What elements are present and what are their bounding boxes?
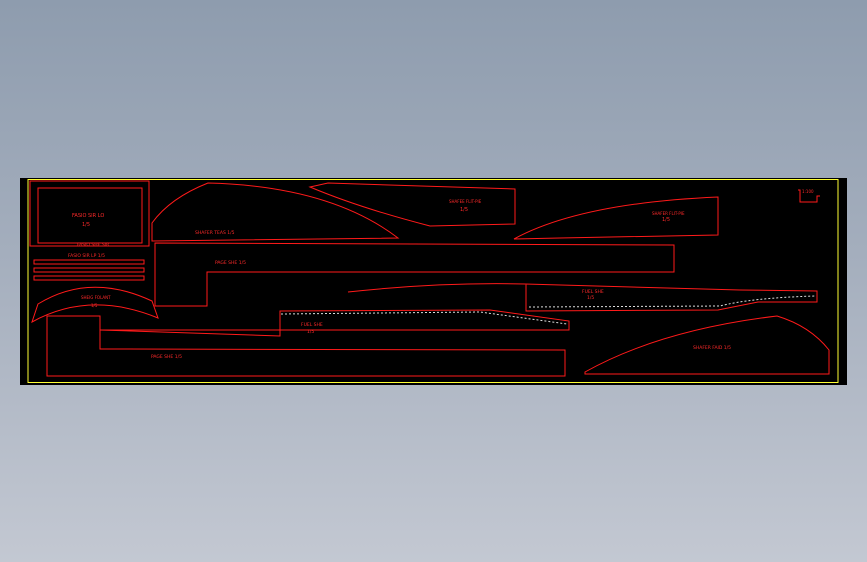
label-bottom-long: PAGE SHE 1/5	[151, 354, 182, 360]
label-bottom-right: SHAFER FAID 1/5	[693, 345, 731, 351]
label-arc-piece-scale: 1/5	[91, 303, 98, 308]
label-mid-right: FUEL SHE	[582, 289, 604, 295]
label-arc-piece: SHEIG FOLANT	[81, 295, 111, 300]
strip-part-1[interactable]	[33, 259, 145, 265]
label-long-bar: PAGE SHE 1/5	[215, 260, 246, 266]
strip-part-2[interactable]	[33, 267, 145, 273]
label-center-scale: 1/5	[307, 329, 314, 335]
cad-drawing-canvas[interactable]: FASIO SIR LO 1/5 FASIO SHE SIR FASIO SIR…	[20, 178, 847, 385]
label-mid-right-scale: 1/5	[587, 295, 594, 301]
label-center: FUEL SHE	[301, 322, 323, 328]
top-shape-part-2[interactable]	[308, 182, 516, 227]
label-top-shape-1: SHAFER TEAS 1/5	[195, 230, 235, 236]
cad-drawing: FASIO SIR LO 1/5 FASIO SHE SIR FASIO SIR…	[27, 179, 839, 383]
top-shape-part-1[interactable]	[151, 182, 400, 242]
label-corner-tag: 1:100	[802, 189, 814, 194]
long-bar-part[interactable]	[154, 242, 675, 307]
label-below-box: FASIO SHE SIR	[77, 242, 109, 248]
right-top-part[interactable]	[513, 196, 719, 240]
label-right-top: SHAFER FLIT-PIE	[652, 211, 685, 216]
label-top-shape-2-scale: 1/5	[460, 207, 468, 213]
label-top-shape-2: SHAFEE FLIT-PIE	[449, 199, 482, 204]
label-top-left-box-scale: 1/5	[82, 222, 90, 228]
strip-part-3[interactable]	[33, 275, 145, 281]
label-strip: FASIO SIR LP 1/5	[68, 253, 105, 259]
bottom-right-part[interactable]	[584, 315, 830, 375]
label-right-top-scale: 1/5	[662, 217, 670, 223]
dashed-guide-line-2	[280, 311, 568, 325]
label-top-left-box: FASIO SIR LO	[72, 213, 104, 219]
